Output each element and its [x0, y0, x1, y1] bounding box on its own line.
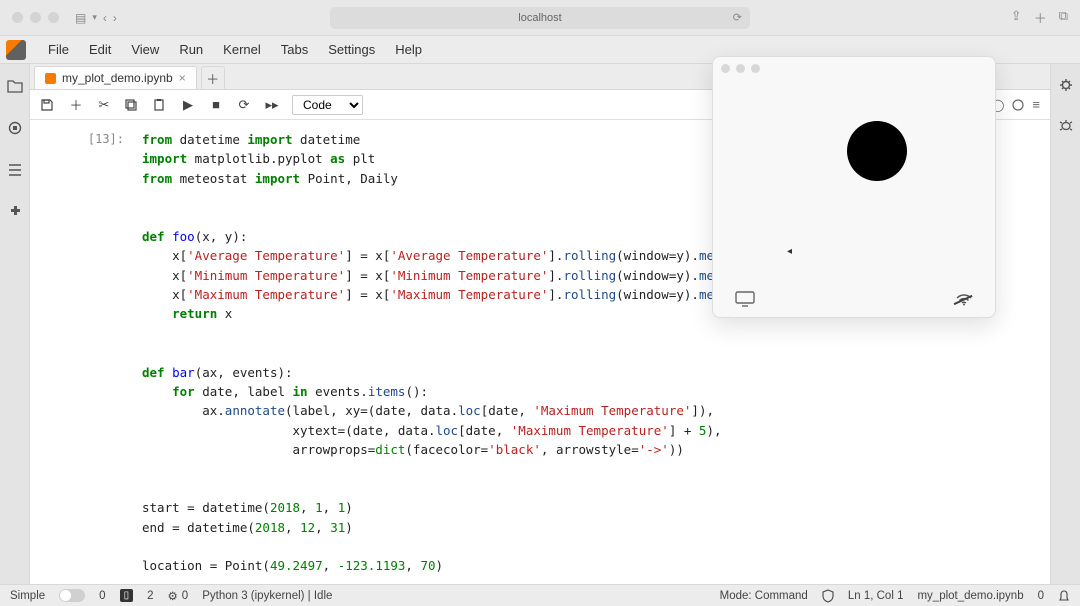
menu-file[interactable]: File — [38, 38, 79, 61]
debugger-icon[interactable] — [1059, 118, 1073, 132]
address-url: localhost — [518, 12, 561, 24]
trusted-icon[interactable] — [822, 589, 834, 603]
menu-kernel[interactable]: Kernel — [213, 38, 271, 61]
cut-icon[interactable]: ✂ — [96, 97, 112, 113]
menu-edit[interactable]: Edit — [79, 38, 121, 61]
paste-icon[interactable] — [152, 98, 168, 112]
right-activity-bar — [1050, 64, 1080, 584]
tab-title: my_plot_demo.ipynb — [62, 71, 173, 85]
overlay-close-icon[interactable] — [721, 64, 730, 73]
minimize-window-icon[interactable] — [30, 12, 41, 23]
window-traffic-lights — [12, 12, 59, 23]
file-browser-icon[interactable] — [7, 78, 23, 94]
menu-run[interactable]: Run — [169, 38, 213, 61]
cell-type-select[interactable]: Code — [292, 95, 363, 115]
overlay-minimize-icon[interactable] — [736, 64, 745, 73]
status-term-count[interactable]: 2 — [147, 590, 153, 602]
copy-icon[interactable] — [124, 98, 140, 112]
simple-mode-toggle[interactable] — [59, 589, 85, 602]
status-count-0[interactable]: 0 — [99, 590, 105, 602]
run-icon[interactable]: ▶ — [180, 97, 196, 113]
overlay-titlebar[interactable] — [713, 57, 995, 79]
add-cell-icon[interactable]: ＋ — [68, 95, 84, 114]
overlay-footer — [713, 281, 995, 317]
extensions-icon[interactable] — [7, 204, 23, 220]
reload-icon[interactable]: ⟳ — [733, 11, 742, 24]
restart-run-all-icon[interactable]: ▸▸ — [264, 97, 280, 113]
chevron-down-icon[interactable]: ▾ — [92, 12, 97, 23]
overlay-body: ◂ — [713, 79, 995, 281]
cursor-icon: ◂ — [787, 246, 792, 257]
close-window-icon[interactable] — [12, 12, 23, 23]
notebook-tab[interactable]: my_plot_demo.ipynb × — [34, 66, 197, 89]
back-icon[interactable]: ‹ — [103, 11, 107, 25]
notebook-file-icon — [45, 73, 56, 84]
settings-icon[interactable]: ⚙ — [167, 589, 177, 603]
toc-icon[interactable] — [7, 162, 23, 178]
jupyter-logo-icon[interactable] — [6, 40, 26, 60]
overlay-zoom-icon[interactable] — [751, 64, 760, 73]
running-icon[interactable] — [7, 120, 23, 136]
sidebar-toggle-icon[interactable]: ▤ — [75, 11, 86, 25]
line-col-indicator[interactable]: Ln 1, Col 1 — [848, 590, 904, 602]
mode-indicator[interactable]: Mode: Command — [720, 590, 808, 602]
kernel-status[interactable]: Python 3 (ipykernel) | Idle — [202, 590, 332, 602]
notebook-menu-icon[interactable]: ≡ — [1032, 97, 1040, 112]
terminal-badge-icon[interactable]: ▯ — [120, 589, 134, 602]
save-icon[interactable] — [40, 98, 56, 112]
notifications-icon[interactable] — [1058, 589, 1070, 603]
browser-nav-controls: ▤ ▾ ‹ › — [75, 11, 117, 25]
address-bar[interactable]: localhost ⟳ — [330, 7, 750, 29]
floating-preview-window[interactable]: ◂ — [712, 56, 996, 318]
stop-icon[interactable]: ■ — [208, 97, 224, 112]
forward-icon[interactable]: › — [113, 11, 117, 25]
left-activity-bar — [0, 64, 30, 584]
zoom-window-icon[interactable] — [48, 12, 59, 23]
camera-preview-circle — [847, 121, 907, 181]
statusbar: Simple 0 ▯ 2 ⚙ 0 Python 3 (ipykernel) | … — [0, 584, 1080, 606]
status-gear-count: 0 — [182, 590, 188, 602]
cell-prompt: [13]: — [30, 130, 134, 584]
close-tab-icon[interactable]: × — [179, 71, 186, 85]
simple-mode-label: Simple — [10, 590, 45, 602]
restart-icon[interactable]: ⟳ — [236, 97, 252, 113]
new-launcher-button[interactable]: ＋ — [201, 66, 225, 89]
display-icon[interactable] — [735, 291, 755, 307]
kernel-idle-circle-icon[interactable] — [1012, 99, 1024, 111]
menu-tabs[interactable]: Tabs — [271, 38, 318, 61]
menu-help[interactable]: Help — [385, 38, 432, 61]
tabs-overview-icon[interactable]: ⧉ — [1059, 8, 1068, 27]
new-tab-icon[interactable]: ＋ — [1034, 8, 1047, 27]
share-icon[interactable]: ⇪ — [1011, 8, 1022, 27]
browser-titlebar: ▤ ▾ ‹ › localhost ⟳ ⇪ ＋ ⧉ — [0, 0, 1080, 36]
wifi-slash-icon[interactable] — [955, 292, 973, 306]
status-right-count: 0 — [1038, 590, 1044, 602]
menu-settings[interactable]: Settings — [318, 38, 385, 61]
property-inspector-icon[interactable] — [1059, 78, 1073, 92]
menu-view[interactable]: View — [121, 38, 169, 61]
filename-indicator[interactable]: my_plot_demo.ipynb — [917, 590, 1023, 602]
